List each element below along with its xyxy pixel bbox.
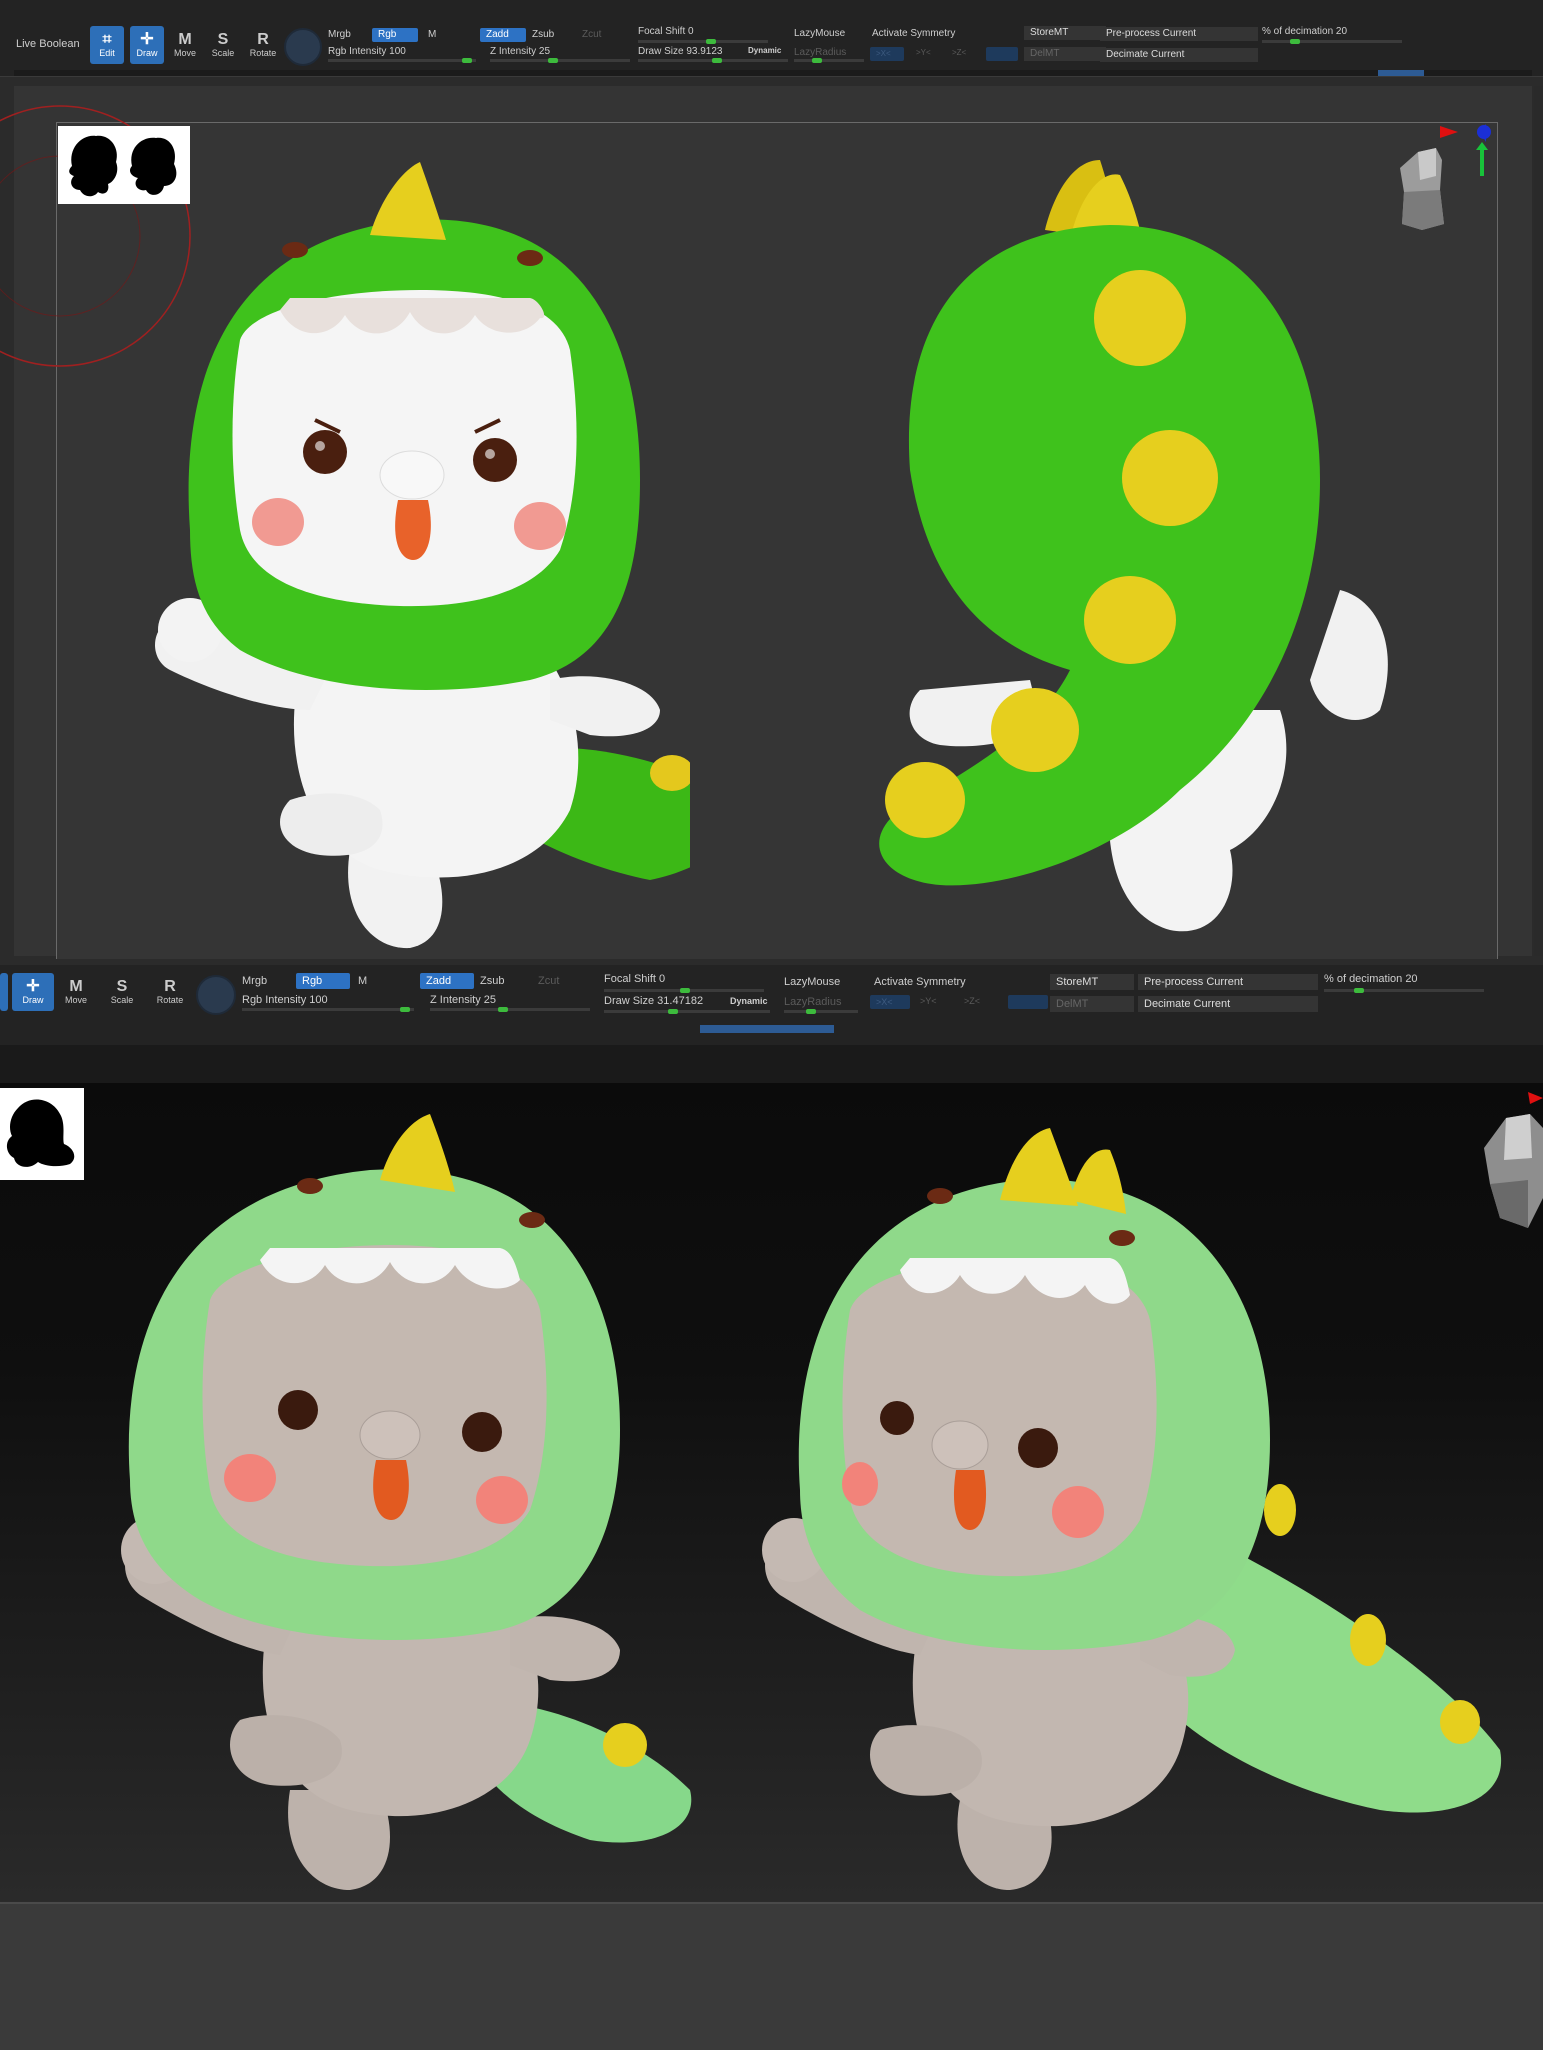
middle-toolbar: ✛ Draw M Move S Scale R Rotate Mrgb Rgb … xyxy=(0,965,1543,1045)
rgb-intensity-label: Rgb Intensity 100 xyxy=(328,46,406,57)
axis-x-toggle[interactable]: >X< xyxy=(870,995,910,1009)
edit-button-partial[interactable] xyxy=(0,973,8,1011)
rgb-intensity-label: Rgb Intensity 100 xyxy=(242,994,328,1006)
preprocess-current-button[interactable]: Pre-process Current xyxy=(1100,27,1258,41)
activate-symmetry-toggle[interactable]: Activate Symmetry xyxy=(872,28,955,39)
focal-shift-label: Focal Shift 0 xyxy=(604,973,666,985)
zadd-toggle[interactable]: Zadd xyxy=(480,28,526,42)
decimation-percent-slider[interactable] xyxy=(1324,988,1484,993)
scale-button[interactable]: S Scale xyxy=(104,973,140,1011)
draw-size-label: Draw Size 31.47182 xyxy=(604,995,704,1007)
move-button[interactable]: M Move xyxy=(168,26,202,64)
silhouette-thumbnail-bottom[interactable] xyxy=(0,1088,84,1180)
rotate-button[interactable]: R Rotate xyxy=(150,973,190,1011)
focal-shift-slider[interactable] xyxy=(638,39,768,44)
mid-scrollbar-thumb[interactable] xyxy=(700,1025,834,1033)
lazyradius-slider[interactable] xyxy=(794,58,864,63)
axis-y-toggle[interactable]: >Y< xyxy=(920,996,937,1006)
rotate-icon: R xyxy=(257,31,269,48)
z-intensity-slider[interactable] xyxy=(490,58,630,63)
scale-icon: S xyxy=(116,978,128,995)
zadd-toggle[interactable]: Zadd xyxy=(420,973,474,989)
focal-shift-slider[interactable] xyxy=(604,988,764,993)
lazyradius-label: LazyRadius xyxy=(794,47,847,58)
decimate-current-button[interactable]: Decimate Current xyxy=(1138,996,1318,1012)
character-front-pastel xyxy=(121,1114,692,1890)
rotate-button[interactable]: R Rotate xyxy=(246,26,280,64)
draw-icon: ✛ xyxy=(26,978,40,995)
lazyradius-slider[interactable] xyxy=(784,1009,858,1014)
silhouette-icon xyxy=(6,1099,75,1167)
axis-y-toggle[interactable]: >Y< xyxy=(916,48,931,57)
move-button[interactable]: M Move xyxy=(58,973,94,1011)
draw-size-slider[interactable] xyxy=(604,1009,770,1014)
activate-symmetry-toggle[interactable]: Activate Symmetry xyxy=(874,976,966,988)
preprocess-current-button[interactable]: Pre-process Current xyxy=(1138,974,1318,990)
brush-icon[interactable] xyxy=(284,28,322,66)
zsub-toggle[interactable]: Zsub xyxy=(480,975,504,987)
top-scrollbar-thumb[interactable] xyxy=(1378,70,1424,76)
decimation-percent-label: % of decimation 20 xyxy=(1262,26,1348,37)
storemt-button[interactable]: StoreMT xyxy=(1050,974,1134,990)
scale-button[interactable]: S Scale xyxy=(206,26,240,64)
draw-button[interactable]: ✛ Draw xyxy=(130,26,164,64)
radial-toggle[interactable] xyxy=(986,47,1018,61)
top-scrollbar[interactable] xyxy=(14,70,1532,76)
lazyradius-label: LazyRadius xyxy=(784,996,842,1008)
top-toolbar: Live Boolean ⌗ Edit ✛ Draw M Move S Scal… xyxy=(0,0,1543,77)
draw-size-label: Draw Size 93.9123 xyxy=(638,46,723,57)
character-three-quarter-pastel xyxy=(762,1128,1502,1890)
scale-icon: S xyxy=(217,31,229,48)
character-front-bright xyxy=(155,162,690,949)
axis-z-toggle[interactable]: >Z< xyxy=(952,48,966,57)
decimate-current-button[interactable]: Decimate Current xyxy=(1100,48,1258,62)
m-toggle[interactable]: M xyxy=(428,29,436,40)
edit-icon: ⌗ xyxy=(102,31,112,48)
draw-button[interactable]: ✛ Draw xyxy=(12,973,54,1011)
draw-size-slider[interactable] xyxy=(638,58,788,63)
storemt-button[interactable]: StoreMT xyxy=(1024,26,1106,40)
axis-z-toggle[interactable]: >Z< xyxy=(964,996,980,1006)
rgb-toggle[interactable]: Rgb xyxy=(372,28,418,42)
separator-band xyxy=(0,1045,1543,1083)
right-side-tray[interactable] xyxy=(1534,86,1543,956)
decimation-percent-slider[interactable] xyxy=(1262,39,1402,44)
zcut-toggle[interactable]: Zcut xyxy=(582,29,601,40)
lazymouse-toggle[interactable]: LazyMouse xyxy=(794,28,845,39)
focal-shift-label: Focal Shift 0 xyxy=(638,26,694,37)
rgb-toggle[interactable]: Rgb xyxy=(296,973,350,989)
z-intensity-label: Z Intensity 25 xyxy=(490,46,551,57)
move-icon: M xyxy=(69,978,83,995)
mrgb-toggle[interactable]: Mrgb xyxy=(328,29,351,40)
zsub-toggle[interactable]: Zsub xyxy=(532,29,554,40)
axis-x-toggle[interactable]: >X< xyxy=(870,47,904,61)
dynamic-toggle[interactable]: Dynamic xyxy=(730,996,768,1006)
zcut-toggle[interactable]: Zcut xyxy=(538,975,559,987)
draw-icon: ✛ xyxy=(140,31,154,48)
edit-button[interactable]: ⌗ Edit xyxy=(90,26,124,64)
m-toggle[interactable]: M xyxy=(358,975,367,987)
brush-icon[interactable] xyxy=(196,975,236,1015)
character-back-bright xyxy=(879,160,1388,932)
move-icon: M xyxy=(178,31,192,48)
z-intensity-slider[interactable] xyxy=(430,1007,590,1012)
lower-panel xyxy=(0,1902,1543,2050)
mrgb-toggle[interactable]: Mrgb xyxy=(242,975,267,987)
dynamic-toggle[interactable]: Dynamic xyxy=(748,46,781,55)
delmt-button[interactable]: DelMT xyxy=(1024,47,1106,61)
decimation-percent-label: % of decimation 20 xyxy=(1324,973,1418,985)
z-intensity-label: Z Intensity 25 xyxy=(430,994,497,1006)
delmt-button[interactable]: DelMT xyxy=(1050,996,1134,1012)
lazymouse-toggle[interactable]: LazyMouse xyxy=(784,976,840,988)
radial-toggle[interactable] xyxy=(1008,995,1048,1009)
live-boolean-toggle[interactable]: Live Boolean xyxy=(16,38,80,50)
rgb-intensity-slider[interactable] xyxy=(328,58,476,63)
rgb-intensity-slider[interactable] xyxy=(242,1007,414,1012)
rotate-icon: R xyxy=(164,978,176,995)
